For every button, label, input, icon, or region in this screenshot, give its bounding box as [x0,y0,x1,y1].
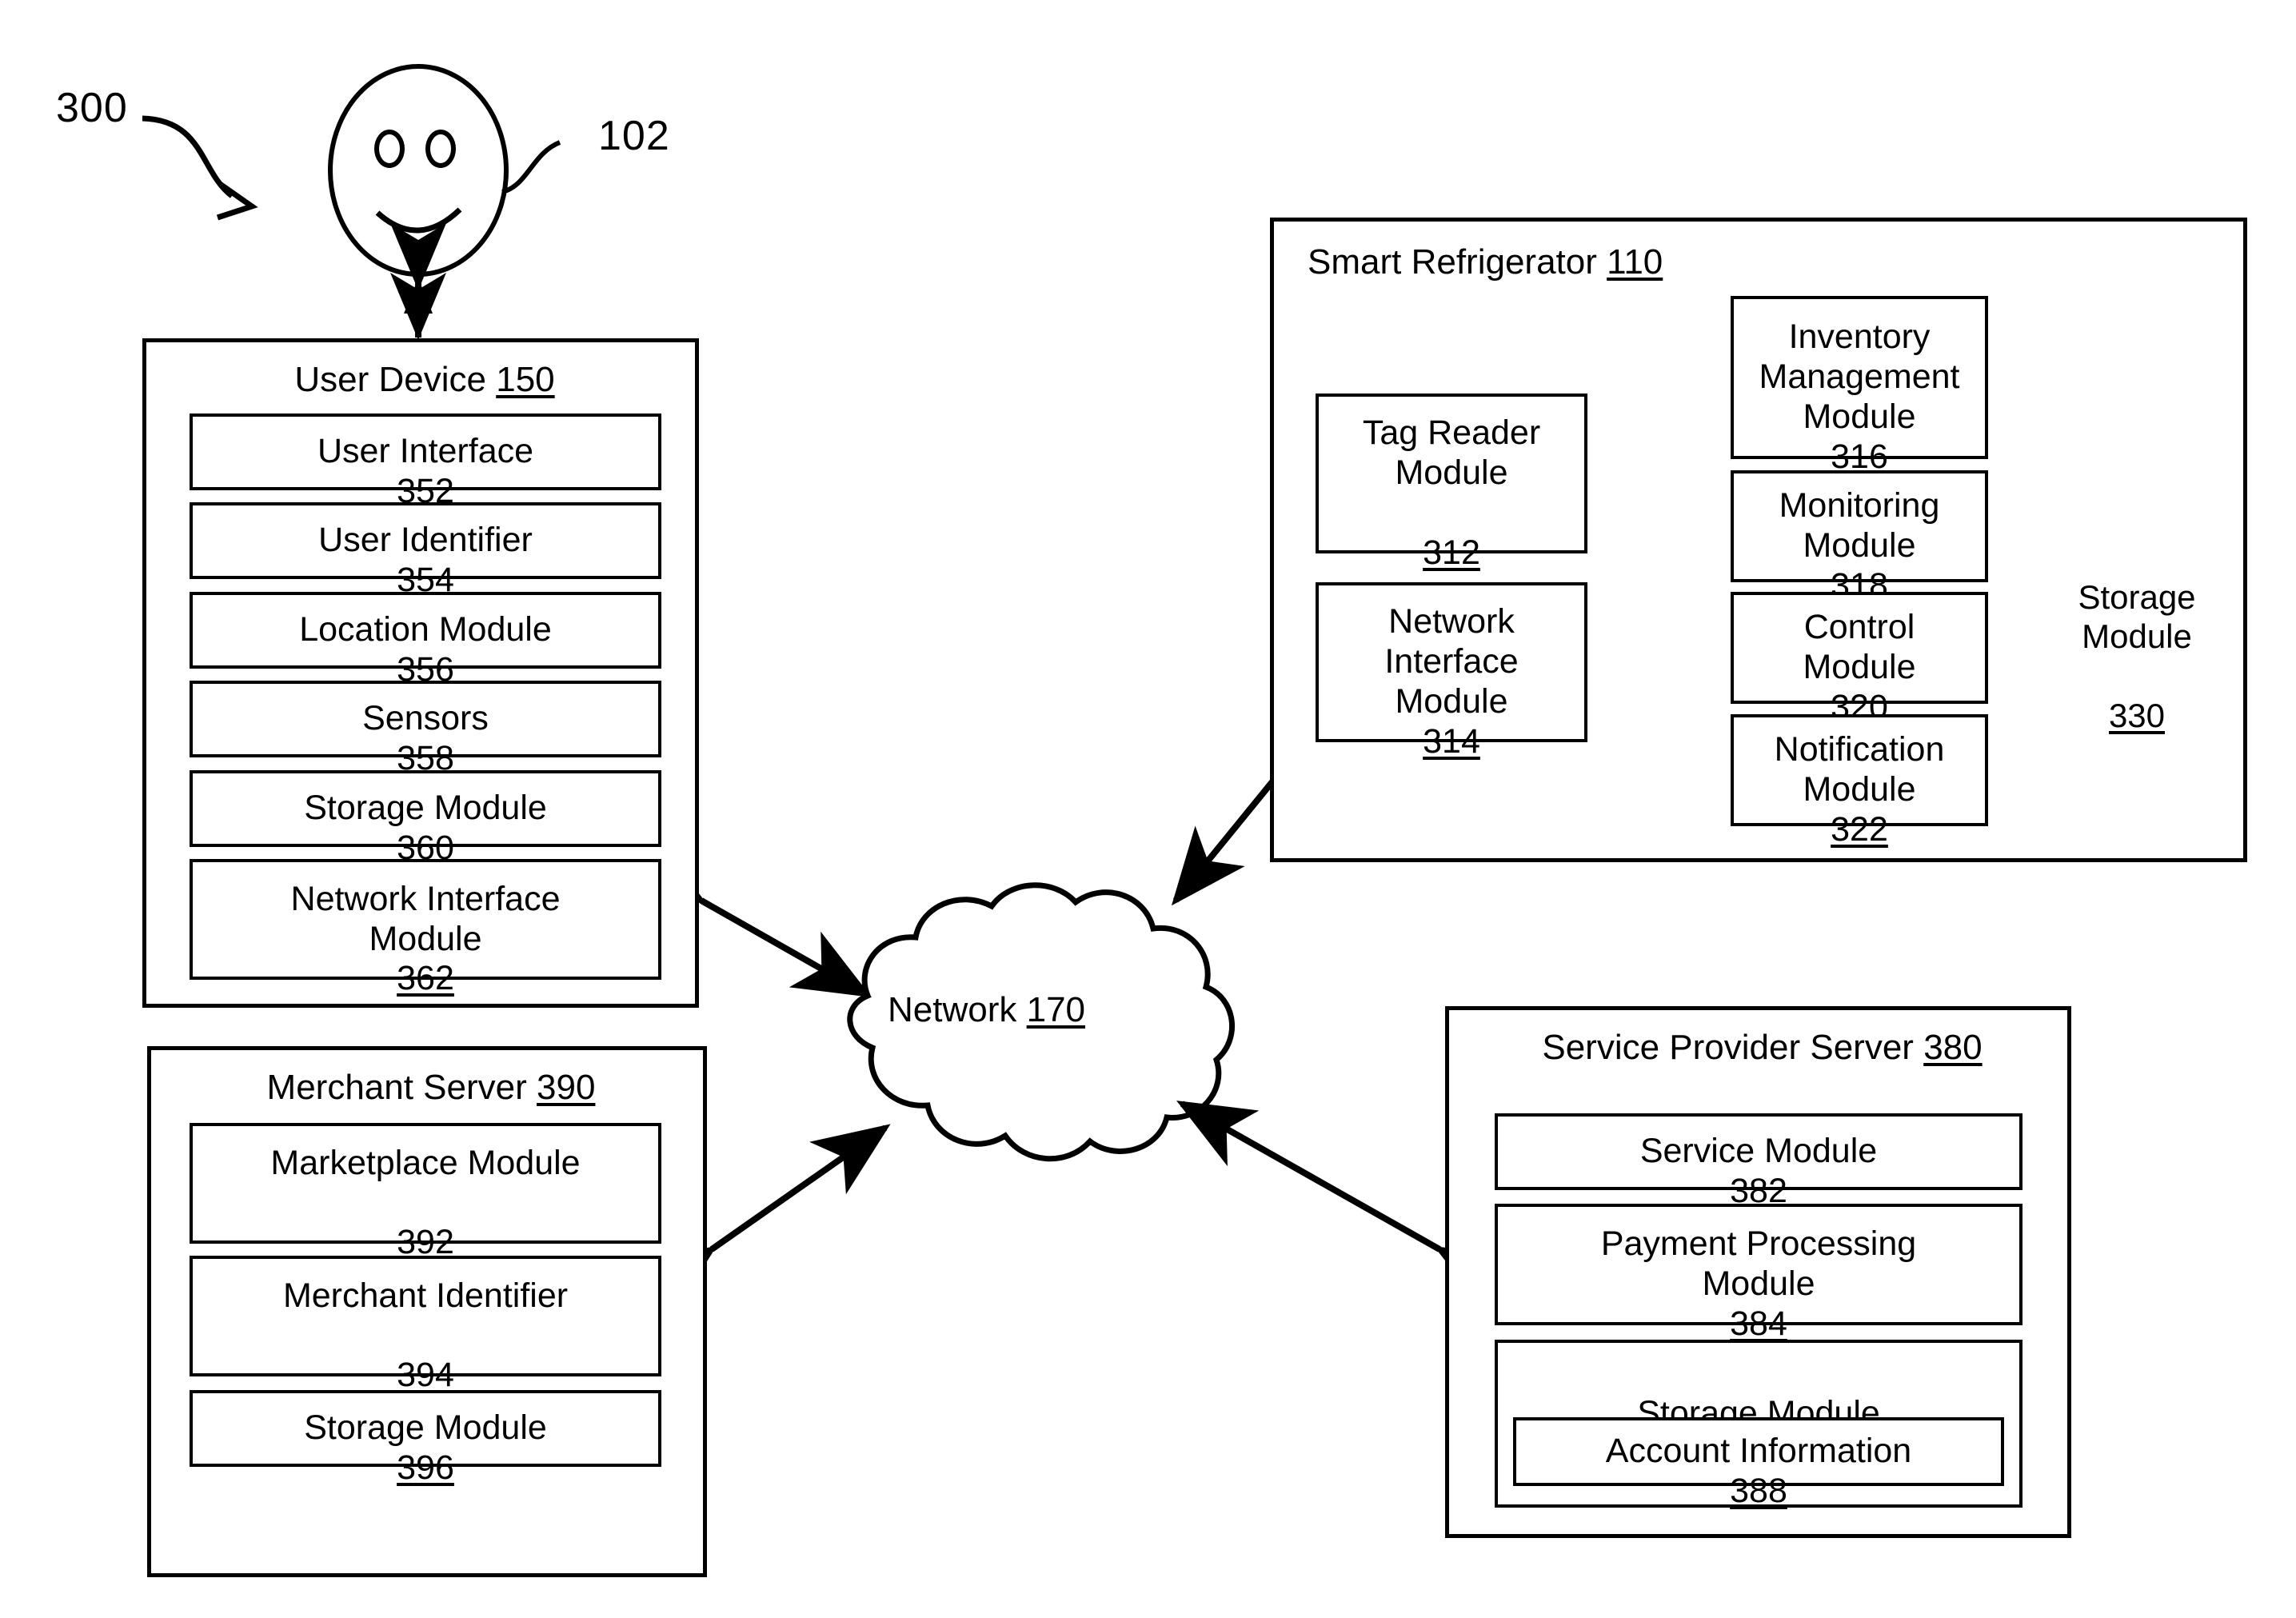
arrow-merchant-network [635,1124,891,1316]
smiley-face-icon [328,64,509,277]
network-label: Network 170 [888,990,1086,1029]
module-payment-processing-384[interactable]: Payment Processing Module 384 [1495,1204,2022,1343]
module-sensors-358[interactable]: Sensors 358 [190,681,661,777]
module-notification-322[interactable]: Notification Module 322 [1731,714,1988,849]
arrow-service-provider-network [1176,1101,1517,1312]
smart-refrigerator-title: Smart Refrigerator 110 [1308,242,1663,282]
module-storage-360[interactable]: Storage Module 360 [190,770,661,867]
module-tag-reader-312[interactable]: Tag Reader Module 312 [1316,394,1587,572]
arrow-device-network [624,837,872,997]
module-inventory-management-316[interactable]: Inventory Management Module 316 [1731,296,1988,476]
module-location-356[interactable]: Location Module 356 [190,592,661,689]
ref-numeral-102: 102 [598,113,670,159]
service-provider-server-title: Service Provider Server 380 [1542,1028,1983,1067]
lead-line-102 [501,140,561,194]
module-user-interface-352[interactable]: User Interface 352 [190,413,661,510]
module-network-interface-362-label: Network Interface Module 362 [290,879,561,998]
ref-numeral-300: 300 [56,85,128,131]
patent-figure-300: 300 102 User Device 150 User Interface 3… [0,0,2296,1618]
module-service-382[interactable]: Service Module 382 [1495,1113,2022,1210]
storage-module-330-label: Storage Module 330 [2078,577,2196,735]
merchant-server-title: Merchant Server 390 [266,1068,596,1107]
module-merchant-identifier-394[interactable]: Merchant Identifier 394 [190,1256,661,1394]
module-monitoring-318[interactable]: Monitoring Module 318 [1731,470,1988,605]
lead-arrow-300 [142,115,234,198]
module-account-information-388[interactable]: Account Information 388 [1513,1417,2004,1510]
module-network-interface-362[interactable]: Network Interface Module 362 [190,859,661,997]
module-marketplace-392[interactable]: Marketplace Module 392 [190,1123,661,1261]
module-storage-396[interactable]: Storage Module 396 [190,1390,661,1487]
module-user-identifier-354[interactable]: User Identifier 354 [190,502,661,599]
module-control-320[interactable]: Control Module 320 [1731,592,1988,726]
module-network-interface-314[interactable]: Network Interface Module 314 [1316,582,1587,761]
